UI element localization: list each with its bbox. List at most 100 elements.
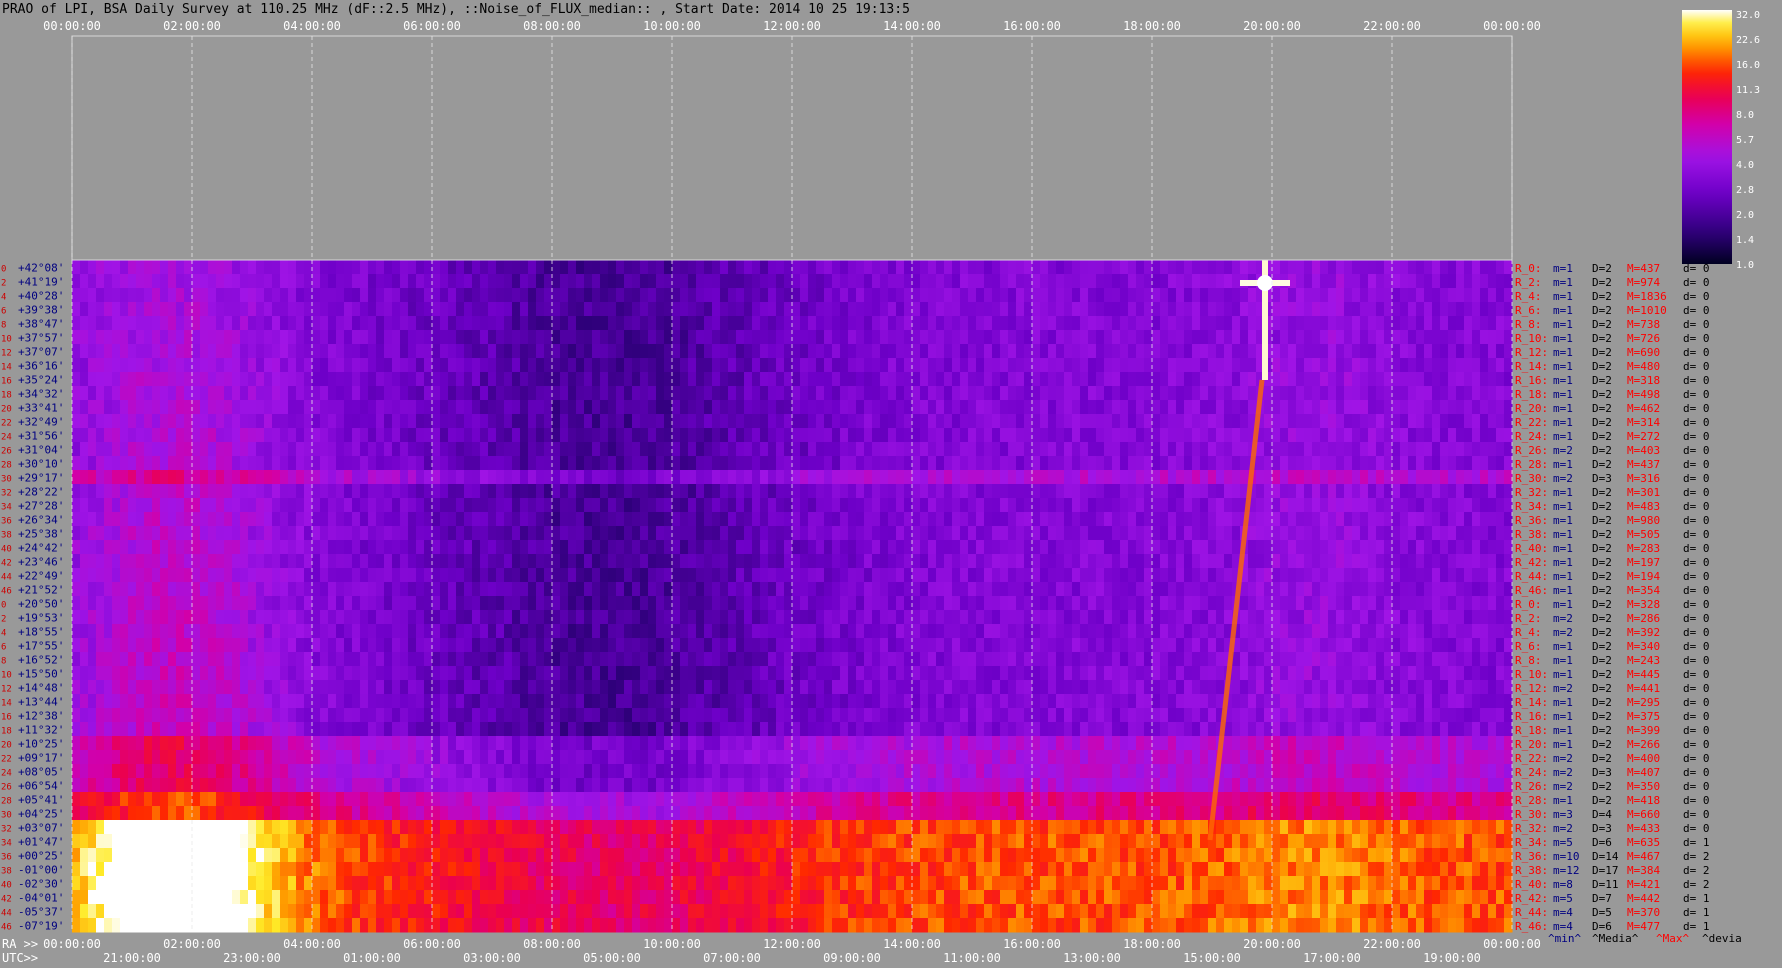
declination-label: +30°10' (18, 457, 64, 470)
stat-channel: R_8: (1515, 654, 1542, 667)
stat-max: M=194 (1627, 570, 1660, 583)
stat-max: M=272 (1627, 430, 1660, 443)
declination-label: +09°17' (18, 751, 64, 764)
ra-tick: 20:00:00 (1243, 937, 1301, 951)
row-index: 40 (1, 544, 12, 554)
stat-deviation: d= 2 (1683, 878, 1710, 891)
stat-deviation: d= 0 (1683, 556, 1710, 569)
stat-max: M=437 (1627, 458, 1660, 471)
stat-max: M=318 (1627, 374, 1660, 387)
stat-min: m=1 (1553, 500, 1573, 513)
utc-tick: 07:00:00 (703, 951, 761, 965)
stat-deviation: d= 0 (1683, 304, 1710, 317)
stat-max: M=462 (1627, 402, 1660, 415)
stat-median: D=2 (1592, 402, 1612, 415)
stat-channel: R_2: (1515, 612, 1542, 625)
colorbar-tick: 1.0 (1736, 260, 1754, 271)
stat-max: M=301 (1627, 486, 1660, 499)
stat-max: M=384 (1627, 864, 1660, 877)
stat-deviation: d= 1 (1683, 906, 1710, 919)
stat-max: M=974 (1627, 276, 1660, 289)
stat-deviation: d= 0 (1683, 626, 1710, 639)
ra-tick: 16:00:00 (1003, 937, 1061, 951)
stat-deviation: d= 2 (1683, 864, 1710, 877)
colorbar (1682, 10, 1732, 264)
utc-prefix: UTC>> (2, 951, 38, 965)
declination-label: +29°17' (18, 471, 64, 484)
stat-deviation: d= 0 (1683, 794, 1710, 807)
declination-label: +27°28' (18, 499, 64, 512)
utc-tick: 21:00:00 (103, 951, 161, 965)
stat-deviation: d= 0 (1683, 276, 1710, 289)
declination-label: +08°05' (18, 765, 64, 778)
declination-label: -04°01' (18, 891, 64, 904)
stat-median: D=2 (1592, 584, 1612, 597)
declination-label: +31°56' (18, 429, 64, 442)
stat-min: m=1 (1553, 584, 1573, 597)
stat-median: D=7 (1592, 892, 1612, 905)
stat-max: M=441 (1627, 682, 1660, 695)
stat-max: M=392 (1627, 626, 1660, 639)
stat-min: m=1 (1553, 556, 1573, 569)
top-time-tick: 00:00:00 (1483, 19, 1541, 33)
stat-min: m=1 (1553, 640, 1573, 653)
top-time-tick: 22:00:00 (1363, 19, 1421, 33)
stat-deviation: d= 0 (1683, 514, 1710, 527)
stats-legend-item: ^devia (1702, 932, 1742, 945)
stat-deviation: d= 0 (1683, 444, 1710, 457)
declination-label: +36°16' (18, 359, 64, 372)
stat-channel: R_46: (1515, 584, 1548, 597)
row-index: 12 (1, 348, 12, 358)
stat-deviation: d= 0 (1683, 696, 1710, 709)
top-time-tick: 18:00:00 (1123, 19, 1181, 33)
stat-median: D=2 (1592, 374, 1612, 387)
stat-median: D=2 (1592, 570, 1612, 583)
stat-deviation: d= 0 (1683, 486, 1710, 499)
row-index: 14 (1, 362, 12, 372)
row-index: 32 (1, 824, 12, 834)
stat-median: D=2 (1592, 416, 1612, 429)
stat-max: M=445 (1627, 668, 1660, 681)
top-time-tick: 10:00:00 (643, 19, 701, 33)
stat-deviation: d= 0 (1683, 430, 1710, 443)
stat-min: m=1 (1553, 346, 1573, 359)
stat-min: m=2 (1553, 752, 1573, 765)
stat-median: D=11 (1592, 878, 1619, 891)
stat-deviation: d= 0 (1683, 570, 1710, 583)
stat-min: m=1 (1553, 262, 1573, 275)
ra-tick: 00:00:00 (43, 937, 101, 951)
stat-max: M=316 (1627, 472, 1660, 485)
stat-channel: R_18: (1515, 724, 1548, 737)
stat-max: M=243 (1627, 654, 1660, 667)
stat-channel: R_20: (1515, 402, 1548, 415)
stat-min: m=2 (1553, 626, 1573, 639)
declination-label: +21°52' (18, 583, 64, 596)
top-time-tick: 00:00:00 (43, 19, 101, 33)
row-index: 12 (1, 684, 12, 694)
stat-median: D=2 (1592, 794, 1612, 807)
row-index: 14 (1, 698, 12, 708)
declination-label: +16°52' (18, 653, 64, 666)
declination-label: +38°47' (18, 317, 64, 330)
stat-max: M=350 (1627, 780, 1660, 793)
stats-legend-item: ^min^ (1548, 932, 1581, 945)
stat-median: D=2 (1592, 752, 1612, 765)
stat-min: m=2 (1553, 612, 1573, 625)
utc-tick: 19:00:00 (1423, 951, 1481, 965)
stat-deviation: d= 2 (1683, 850, 1710, 863)
ra-tick: 00:00:00 (1483, 937, 1541, 951)
stat-channel: R_18: (1515, 388, 1548, 401)
utc-tick: 03:00:00 (463, 951, 521, 965)
stat-max: M=283 (1627, 542, 1660, 555)
stat-min: m=2 (1553, 780, 1573, 793)
declination-label: +37°57' (18, 331, 64, 344)
stat-channel: R_34: (1515, 500, 1548, 513)
utc-tick: 01:00:00 (343, 951, 401, 965)
stat-channel: R_26: (1515, 444, 1548, 457)
stat-median: D=2 (1592, 500, 1612, 513)
declination-label: +14°48' (18, 681, 64, 694)
declination-label: +10°25' (18, 737, 64, 750)
stat-median: D=3 (1592, 472, 1612, 485)
colorbar-tick: 2.0 (1736, 210, 1754, 221)
row-index: 4 (1, 628, 6, 638)
